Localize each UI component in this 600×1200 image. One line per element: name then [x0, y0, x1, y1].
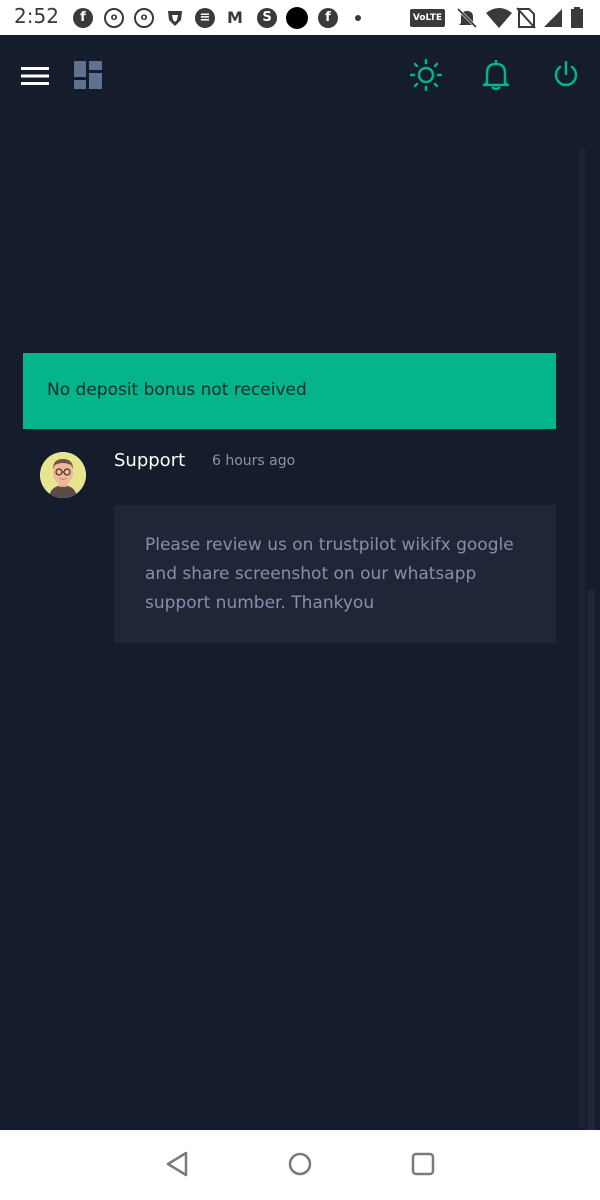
- status-bar: 2:52 f o o ≡ M S f VoLTE: [0, 0, 600, 35]
- jio-icon: o: [104, 8, 124, 28]
- dashboard-icon[interactable]: [74, 61, 102, 89]
- wifi-icon: [486, 8, 512, 28]
- recents-icon[interactable]: [410, 1150, 436, 1178]
- facebook-icon: f: [318, 8, 338, 28]
- message-text: Please review us on trustpilot wikifx go…: [145, 535, 514, 613]
- facebook-icon: f: [73, 8, 93, 28]
- black-circle-icon: [286, 7, 308, 29]
- signal-icon: [544, 9, 562, 27]
- jio-icon: o: [134, 8, 154, 28]
- app-icon: S: [257, 8, 277, 28]
- bell-off-icon: [456, 7, 478, 29]
- menu-icon[interactable]: [21, 65, 49, 87]
- avatar: [40, 452, 86, 498]
- back-icon[interactable]: [164, 1150, 190, 1178]
- power-icon[interactable]: [552, 61, 580, 89]
- reply-author: Support: [114, 450, 186, 471]
- ticket-title: No deposit bonus not received: [47, 380, 307, 400]
- battery-icon: [571, 7, 583, 28]
- message-bubble: Please review us on trustpilot wikifx go…: [114, 505, 556, 643]
- scroll-track[interactable]: [579, 148, 585, 1128]
- volte-icon: VoLTE: [410, 9, 445, 27]
- dot-icon: [355, 15, 361, 21]
- ticket-banner: No deposit bonus not received: [23, 353, 556, 429]
- gmail-icon: M: [225, 8, 245, 28]
- scrollbar[interactable]: [587, 590, 595, 1130]
- app-header: [0, 35, 600, 115]
- reply-timestamp: 6 hours ago: [212, 453, 296, 469]
- brave-icon: [168, 11, 182, 26]
- no-sim-icon: [516, 7, 536, 29]
- navigation-bar: [0, 1130, 600, 1200]
- bell-icon[interactable]: [482, 59, 510, 91]
- home-icon[interactable]: [287, 1150, 313, 1178]
- status-time: 2:52: [14, 4, 59, 28]
- spotify-icon: ≡: [195, 8, 215, 28]
- brightness-icon[interactable]: [410, 59, 442, 91]
- support-avatar-icon: [40, 452, 86, 498]
